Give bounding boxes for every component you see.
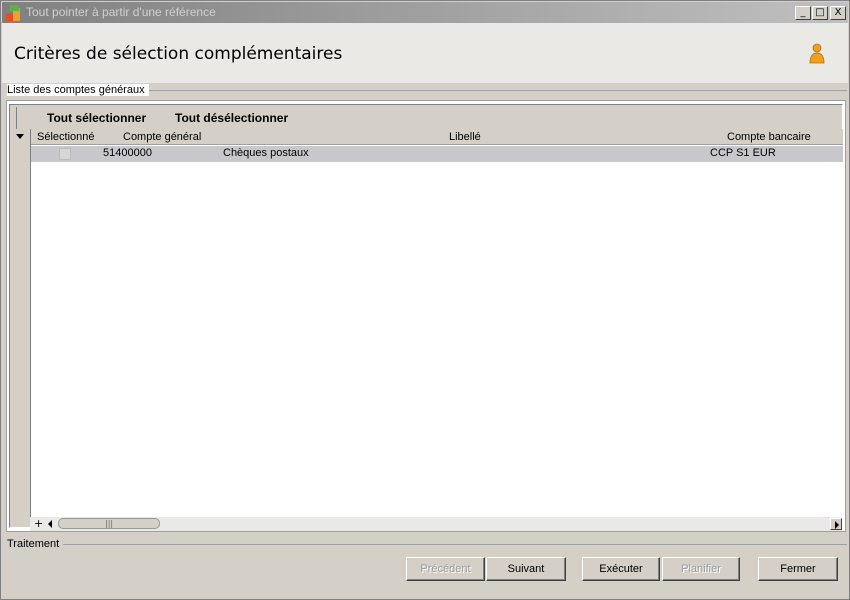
person-icon (809, 43, 825, 64)
column-header-bank-account[interactable]: Compte bancaire (727, 131, 811, 143)
scroll-left-arrow-icon[interactable] (48, 520, 52, 528)
expand-plus-icon[interactable]: + (34, 517, 43, 530)
accounts-grid: Sélectionné Compte général Libellé Compt… (30, 129, 843, 517)
column-chooser-icon[interactable] (16, 134, 24, 139)
window-title: Tout pointer à partir d'une référence (26, 5, 216, 19)
title-bar[interactable]: Tout pointer à partir d'une référence _ … (2, 2, 848, 23)
scroll-grip-icon: ||| (105, 519, 114, 528)
page-header: Critères de sélection complémentaires (2, 23, 848, 83)
table-row[interactable]: 51400000 Chèques postaux CCP S1 EUR (31, 146, 843, 162)
select-all-button[interactable]: Tout sélectionner (47, 111, 146, 125)
page-title: Critères de sélection complémentaires (14, 44, 343, 64)
scroll-thumb[interactable]: ||| (58, 518, 160, 529)
column-header-selected[interactable]: Sélectionné (37, 131, 95, 143)
row-select-checkbox[interactable] (59, 148, 71, 160)
minimize-button[interactable]: _ (795, 6, 811, 20)
previous-button[interactable]: Précédent (406, 557, 485, 581)
horizontal-scrollbar[interactable]: + ||| (30, 517, 842, 531)
row-label-cell: Chèques postaux (223, 147, 309, 159)
scroll-right-arrow-icon[interactable] (830, 518, 842, 530)
execute-button[interactable]: Exécuter (582, 557, 660, 581)
main-window: Tout pointer à partir d'une référence _ … (0, 0, 850, 600)
row-account-cell: 51400000 (103, 147, 152, 159)
process-section-divider (61, 544, 847, 545)
deselect-all-button[interactable]: Tout désélectionner (175, 111, 288, 125)
list-section-label: Liste des comptes généraux (7, 84, 149, 96)
close-button[interactable]: Fermer (758, 557, 838, 581)
close-window-button[interactable]: X (830, 6, 846, 20)
process-section-label: Traitement (7, 538, 64, 550)
column-header-label[interactable]: Libellé (449, 131, 481, 143)
app-icon (6, 5, 22, 21)
next-button[interactable]: Suivant (486, 557, 566, 581)
list-section-divider (141, 90, 847, 91)
accounts-list-frame: Tout sélectionner Tout désélectionner Sé… (9, 104, 843, 531)
grid-header: Sélectionné Compte général Libellé Compt… (31, 129, 843, 145)
accounts-list-panel: Tout sélectionner Tout désélectionner Sé… (6, 100, 846, 532)
maximize-button[interactable]: □ (812, 6, 828, 20)
row-indicator-column (12, 129, 30, 517)
row-bank-account-cell: CCP S1 EUR (710, 147, 776, 159)
column-header-account[interactable]: Compte général (123, 131, 201, 143)
schedule-button[interactable]: Planifier (662, 557, 740, 581)
list-toolbar: Tout sélectionner Tout désélectionner (16, 107, 842, 129)
